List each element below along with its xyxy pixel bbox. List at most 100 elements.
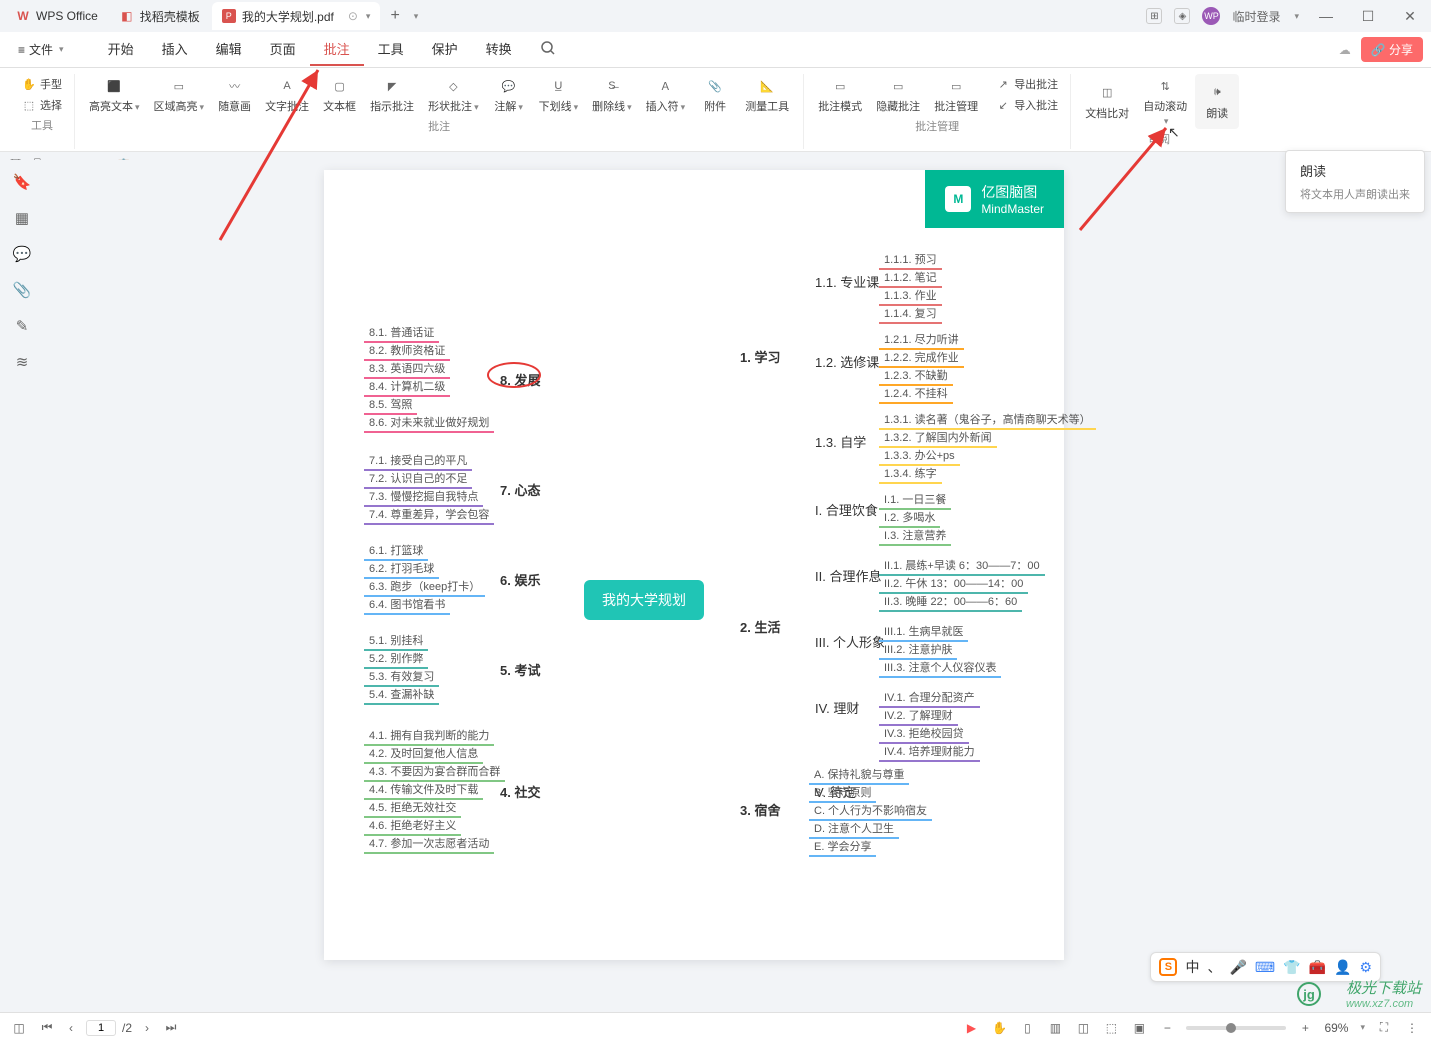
sogou-icon[interactable]: S (1159, 958, 1177, 976)
zoom-out-icon[interactable]: − (1158, 1021, 1176, 1035)
tab-wps-home[interactable]: W WPS Office (6, 2, 108, 30)
tab-list-icon[interactable]: ▾ (414, 11, 419, 22)
view-two-icon[interactable]: ◫ (1074, 1021, 1092, 1035)
mindmap-leaf: III.3. 注意个人仪容仪表 (879, 658, 1001, 678)
annot-icon: ▭ (169, 76, 189, 96)
zoom-slider[interactable] (1186, 1026, 1286, 1030)
last-page-icon[interactable]: ⏭ (162, 1020, 180, 1035)
bookmark-icon[interactable]: 🔖 (12, 172, 32, 192)
prev-page-icon[interactable]: ‹ (62, 1021, 80, 1035)
page-navigator: ⏮ ‹ /2 › ⏭ (38, 1020, 180, 1036)
scroll-icon: ⇅ (1155, 76, 1175, 96)
export-annot-button[interactable]: ↗导出批注 (992, 74, 1062, 94)
cube-icon[interactable]: ◈ (1174, 8, 1190, 24)
mindmap-leaf: 8.2. 教师资格证 (364, 341, 450, 361)
mindmap-leaf: IV.1. 合理分配资产 (879, 688, 980, 708)
view-cont-icon[interactable]: ▥ (1046, 1021, 1064, 1035)
first-page-icon[interactable]: ⏮ (38, 1020, 56, 1035)
minimize-button[interactable]: — (1311, 8, 1341, 24)
menu-0[interactable]: 开始 (94, 33, 148, 66)
annot-btn-9[interactable]: S̶删除线▾ (586, 74, 638, 116)
annot-btn-0[interactable]: ⬛高亮文本▾ (83, 74, 146, 116)
chevron-down-icon[interactable]: ▾ (366, 11, 371, 22)
play-icon[interactable]: ▶ (962, 1021, 980, 1035)
user-avatar[interactable]: WP (1202, 7, 1220, 25)
tab-templates[interactable]: ◧ 找稻壳模板 (110, 2, 210, 30)
close-button[interactable]: ✕ (1395, 8, 1425, 25)
annot-btn-10[interactable]: Ａ插入符▾ (640, 74, 692, 116)
mindmap-leaf: B. 坚守原则 (809, 783, 876, 803)
annotation-circle (487, 362, 541, 388)
login-label[interactable]: 临时登录 (1232, 8, 1280, 25)
app-icon[interactable]: ⊞ (1146, 8, 1162, 24)
maximize-button[interactable]: ☐ (1353, 8, 1383, 25)
cloud-icon[interactable]: ☁ (1339, 43, 1351, 57)
fit-page-icon[interactable]: ▣ (1130, 1021, 1148, 1035)
search-icon[interactable] (540, 40, 556, 59)
zoom-value[interactable]: 69% (1324, 1021, 1348, 1035)
menu-1[interactable]: 插入 (148, 33, 202, 66)
group-label: 批注 (428, 116, 450, 136)
annot-btn-11[interactable]: 📎附件 (693, 74, 737, 116)
comment-icon[interactable]: 💬 (12, 244, 32, 264)
mindmap-leaf: 1.3.2. 了解国内外新闻 (879, 428, 997, 448)
menu-6[interactable]: 保护 (418, 33, 472, 66)
hide-icon: ▭ (888, 76, 908, 96)
toolbox-icon[interactable]: 🧰 (1309, 959, 1326, 976)
mindmap-node: 6. 娱乐 (494, 568, 546, 591)
annot-btn-8[interactable]: U̲下划线▾ (533, 74, 585, 116)
mindmap-leaf: C. 个人行为不影响宿友 (809, 801, 932, 821)
left-sidebar: 🔖 ▦ 💬 📎 ✎ ≋ (0, 160, 44, 1012)
fit-width-icon[interactable]: ⬚ (1102, 1021, 1120, 1035)
layers-icon[interactable]: ≋ (12, 352, 32, 372)
thumbnails-icon[interactable]: ▦ (12, 208, 32, 228)
file-menu[interactable]: ≡ 文件 ▾ (8, 37, 74, 62)
annot-btn-6[interactable]: ◇形状批注▾ (422, 74, 485, 116)
attachment-icon[interactable]: 📎 (12, 280, 32, 300)
mic-icon[interactable]: 🎤 (1229, 959, 1246, 976)
hand-tool-button[interactable]: ✋手型 (18, 74, 66, 94)
next-page-icon[interactable]: › (138, 1021, 156, 1035)
sign-icon[interactable]: ✎ (12, 316, 32, 336)
view-single-icon[interactable]: ▯ (1018, 1021, 1036, 1035)
ime-lang[interactable]: 中 (1185, 957, 1199, 977)
annot-btn-7[interactable]: 💬注解▾ (487, 74, 531, 116)
select-tool-button[interactable]: ⬚选择 (18, 95, 66, 115)
mindmap-leaf: II.3. 晚睡 22：00——6：60 (879, 592, 1022, 612)
import-annot-button[interactable]: ↙导入批注 (992, 95, 1062, 115)
mindmap-center-node: 我的大学规划 (584, 580, 704, 620)
share-button[interactable]: 🔗 分享 (1361, 37, 1423, 62)
page-input[interactable] (86, 1020, 116, 1036)
mindmap-leaf: 5.2. 别作弊 (364, 649, 428, 669)
watermark-logo-icon: jg (1297, 982, 1321, 1006)
mindmap-leaf: 4.4. 传输文件及时下载 (364, 780, 483, 800)
ime-punct[interactable]: 、 (1207, 957, 1221, 977)
panel-icon[interactable]: ◫ (10, 1021, 28, 1035)
mindmap-node: I. 合理饮食 (809, 498, 884, 521)
menu-5[interactable]: 工具 (364, 33, 418, 66)
zoom-thumb[interactable] (1226, 1023, 1236, 1033)
add-tab-button[interactable]: + (382, 7, 407, 25)
settings-icon[interactable]: ⚙ (1359, 959, 1372, 976)
user-icon[interactable]: 👤 (1334, 959, 1351, 976)
zoom-in-icon[interactable]: + (1296, 1021, 1314, 1035)
tab-menu-icon[interactable]: ⊙ (348, 9, 358, 23)
menu-7[interactable]: 转换 (472, 33, 526, 66)
fullscreen-icon[interactable]: ⛶ (1375, 1020, 1393, 1035)
mindmap-leaf: 7.4. 尊重差异，学会包容 (364, 505, 494, 525)
mindmap-node: 1.1. 专业课 (809, 270, 885, 293)
annot-mode-button[interactable]: ▭批注模式 (812, 74, 868, 116)
shirt-icon[interactable]: 👕 (1283, 959, 1300, 976)
document-canvas[interactable]: M 亿图脑图MindMaster 我的大学规划 1. 学习1.1. 专业课1.1… (44, 160, 1431, 1012)
annot-btn-5[interactable]: ◤指示批注 (364, 74, 420, 116)
manage-annot-button[interactable]: ▭批注管理 (928, 74, 984, 116)
annot-btn-12[interactable]: 📐测量工具 (739, 74, 795, 116)
tab-document[interactable]: P 我的大学规划.pdf ⊙ ▾ (212, 2, 381, 30)
more-icon[interactable]: ⋮ (1403, 1021, 1421, 1035)
mindmap-leaf: 1.1.1. 预习 (879, 250, 942, 270)
hand-icon[interactable]: ✋ (990, 1021, 1008, 1035)
hide-annot-button[interactable]: ▭隐藏批注 (870, 74, 926, 116)
read-aloud-button[interactable]: 🕪朗读 (1195, 74, 1239, 129)
keyboard-icon[interactable]: ⌨ (1255, 959, 1275, 976)
tab-label: WPS Office (36, 9, 98, 23)
